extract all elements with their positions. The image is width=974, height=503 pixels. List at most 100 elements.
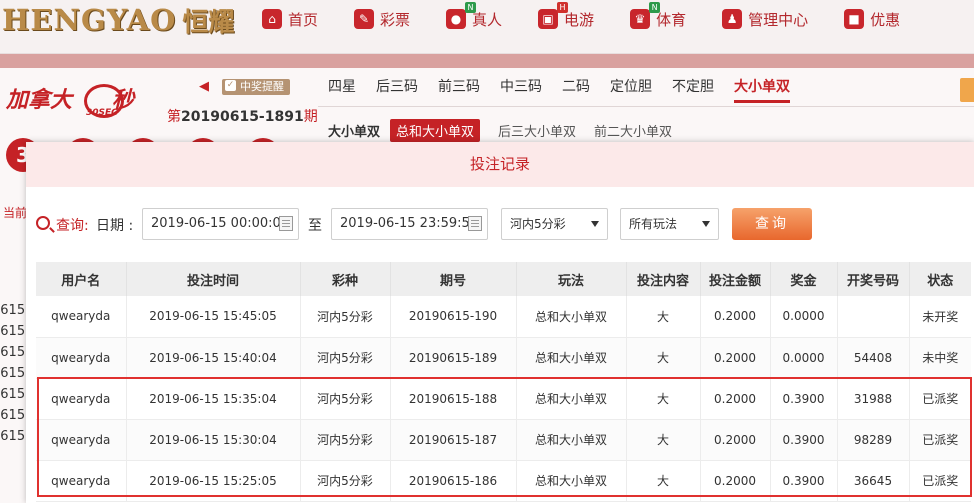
nav-item-3[interactable]: ▣ 电游 H <box>538 1 594 30</box>
nav-item-6[interactable]: ■ 优惠 <box>844 9 900 30</box>
cell-amount: 0.2000 <box>700 296 771 338</box>
header-divider <box>0 54 974 68</box>
table-row: qwearyda 2019-06-15 15:40:04 河内5分彩 20190615… <box>36 337 971 379</box>
cell-play: 总和大小单双 <box>516 337 627 379</box>
play-select-value: 所有玩法 <box>629 217 678 231</box>
tab-3[interactable]: 中三码 <box>500 76 542 103</box>
prize-alert-toggle[interactable]: 中奖提醒 <box>222 79 290 95</box>
cell-content: 大 <box>626 419 701 461</box>
cell-time: 2019-06-15 15:30:04 <box>126 419 301 461</box>
brand-text-left: 加拿大 <box>6 87 73 113</box>
cell-result: 36645 <box>837 460 910 502</box>
users-icon: ♟ <box>722 9 743 29</box>
nav-label: 彩票 <box>380 10 411 29</box>
cell-play: 总和大小单双 <box>516 378 627 420</box>
cell-status: 未开奖 <box>909 296 971 338</box>
end-date-field[interactable]: 2019-06-15 23:59:59 <box>331 208 488 240</box>
history-item: 0615 <box>0 366 26 381</box>
site-logo[interactable]: HENGYAO 恒耀 <box>0 2 234 38</box>
brand-sub: 30SEC <box>86 108 118 118</box>
cell-lottery: 河内5分彩 <box>300 296 391 338</box>
side-button[interactable] <box>960 78 974 102</box>
nav-item-4[interactable]: ♛ 体育 N <box>630 1 686 30</box>
history-item: 0615 <box>0 324 26 339</box>
history-item: 0615 <box>0 303 26 318</box>
column-header: 彩种 <box>300 262 391 296</box>
cell-time: 2019-06-15 15:40:04 <box>126 337 301 379</box>
nav-label: 管理中心 <box>748 10 809 29</box>
lottery-select[interactable]: 河内5分彩 <box>501 208 608 240</box>
history-item: 0615 <box>0 345 26 360</box>
table-row: qwearyda 2019-06-15 15:25:05 河内5分彩 20190615… <box>36 460 971 502</box>
calendar-icon[interactable] <box>279 216 293 231</box>
cell-bonus: 0.0000 <box>770 296 838 338</box>
date-label: 日期 : <box>96 218 134 234</box>
query-label: 查询: <box>56 218 89 234</box>
nav-item-5[interactable]: ♟ 管理中心 <box>722 9 808 30</box>
cell-time: 2019-06-15 15:45:05 <box>126 296 301 338</box>
cell-amount: 0.2000 <box>700 337 771 379</box>
end-date-value: 2019-06-15 23:59:59 <box>340 216 479 231</box>
cell-time: 2019-06-15 15:35:04 <box>126 378 301 420</box>
tab-1[interactable]: 后三码 <box>376 76 418 103</box>
tab-2[interactable]: 前三码 <box>438 76 480 103</box>
cell-content: 大 <box>626 337 701 379</box>
search-button[interactable]: 查询 <box>732 208 812 240</box>
table-row: qwearyda 2019-06-15 15:35:04 河内5分彩 20190615… <box>36 378 971 420</box>
tab-0[interactable]: 四星 <box>328 76 356 103</box>
cell-bonus: 0.3900 <box>770 378 838 420</box>
nav-item-0[interactable]: ⌂ 首页 <box>262 9 318 30</box>
sound-icon[interactable]: ◀ <box>199 80 215 94</box>
game-icon: ▣ <box>538 9 559 29</box>
calendar-icon[interactable] <box>468 216 482 231</box>
home-icon: ⌂ <box>262 9 282 29</box>
cell-issue: 20190615-186 <box>390 460 517 502</box>
subtab-2[interactable]: 后三大小单双 <box>498 121 576 140</box>
column-header: 开奖号码 <box>837 262 910 296</box>
tab-4[interactable]: 二码 <box>562 76 590 103</box>
logo-mark: 恒耀 <box>182 7 235 38</box>
top-bar: HENGYAO 恒耀 ⌂ 首页 ✎ 彩票 ● 真人 N ▣ 电游 H ♛ 体育 N ♟ 管理中心 ■ 优惠 <box>0 0 974 54</box>
column-header: 投注时间 <box>126 262 301 296</box>
play-select[interactable]: 所有玩法 <box>620 208 719 240</box>
modal-title: 投注记录 <box>26 142 974 187</box>
issue-number: 第20190615-1891期 <box>167 106 318 126</box>
trophy-icon: ♛ <box>630 9 651 29</box>
subtab-0[interactable]: 大小单双 <box>328 121 380 140</box>
chevron-down-icon <box>591 221 599 227</box>
gift-icon: ■ <box>844 9 865 29</box>
cell-issue: 20190615-188 <box>390 378 517 420</box>
cell-content: 大 <box>626 460 701 502</box>
table-header-row: 用户名 投注时间 彩种 期号 玩法 投注内容 投注金额 奖金 开奖号码 状态 <box>36 262 971 296</box>
nav-label: 真人 <box>472 10 503 29</box>
tab-6[interactable]: 不定胆 <box>672 76 714 103</box>
cell-amount: 0.2000 <box>700 378 771 420</box>
cell-status: 未中奖 <box>909 337 971 379</box>
bet-record-modal: 投注记录 查询: 日期 : 2019-06-15 00:00:00 至 2019… <box>26 142 974 503</box>
cell-user: qwearyda <box>36 460 127 502</box>
nav-item-2[interactable]: ● 真人 N <box>446 1 503 30</box>
cell-lottery: 河内5分彩 <box>300 337 391 379</box>
column-header: 状态 <box>909 262 971 296</box>
cell-content: 大 <box>626 378 701 420</box>
cell-user: qwearyda <box>36 296 127 338</box>
column-header: 奖金 <box>770 262 838 296</box>
table-row: qwearyda 2019-06-15 15:45:05 河内5分彩 20190615… <box>36 296 971 338</box>
subtab-1[interactable]: 总和大小单双 <box>390 119 481 142</box>
cell-content: 大 <box>626 296 701 338</box>
tab-7[interactable]: 大小单双 <box>734 76 790 103</box>
cell-bonus: 0.3900 <box>770 460 838 502</box>
cell-user: qwearyda <box>36 419 127 461</box>
start-date-field[interactable]: 2019-06-15 00:00:00 <box>142 208 299 240</box>
cell-bonus: 0.0000 <box>770 337 838 379</box>
cell-status: 已派奖 <box>909 419 971 461</box>
nav-badge: H <box>557 1 569 13</box>
nav-item-1[interactable]: ✎ 彩票 <box>354 9 410 30</box>
bet-record-table: 用户名 投注时间 彩种 期号 玩法 投注内容 投注金额 奖金 开奖号码 状态 qwearyda 20… <box>36 262 971 502</box>
subtab-3[interactable]: 前二大小单双 <box>594 121 672 140</box>
tab-5[interactable]: 定位胆 <box>610 76 652 103</box>
tabs-divider <box>318 106 974 107</box>
issue-value: 20190615-1891 <box>181 109 304 125</box>
cell-status: 已派奖 <box>909 460 971 502</box>
cell-play: 总和大小单双 <box>516 460 627 502</box>
